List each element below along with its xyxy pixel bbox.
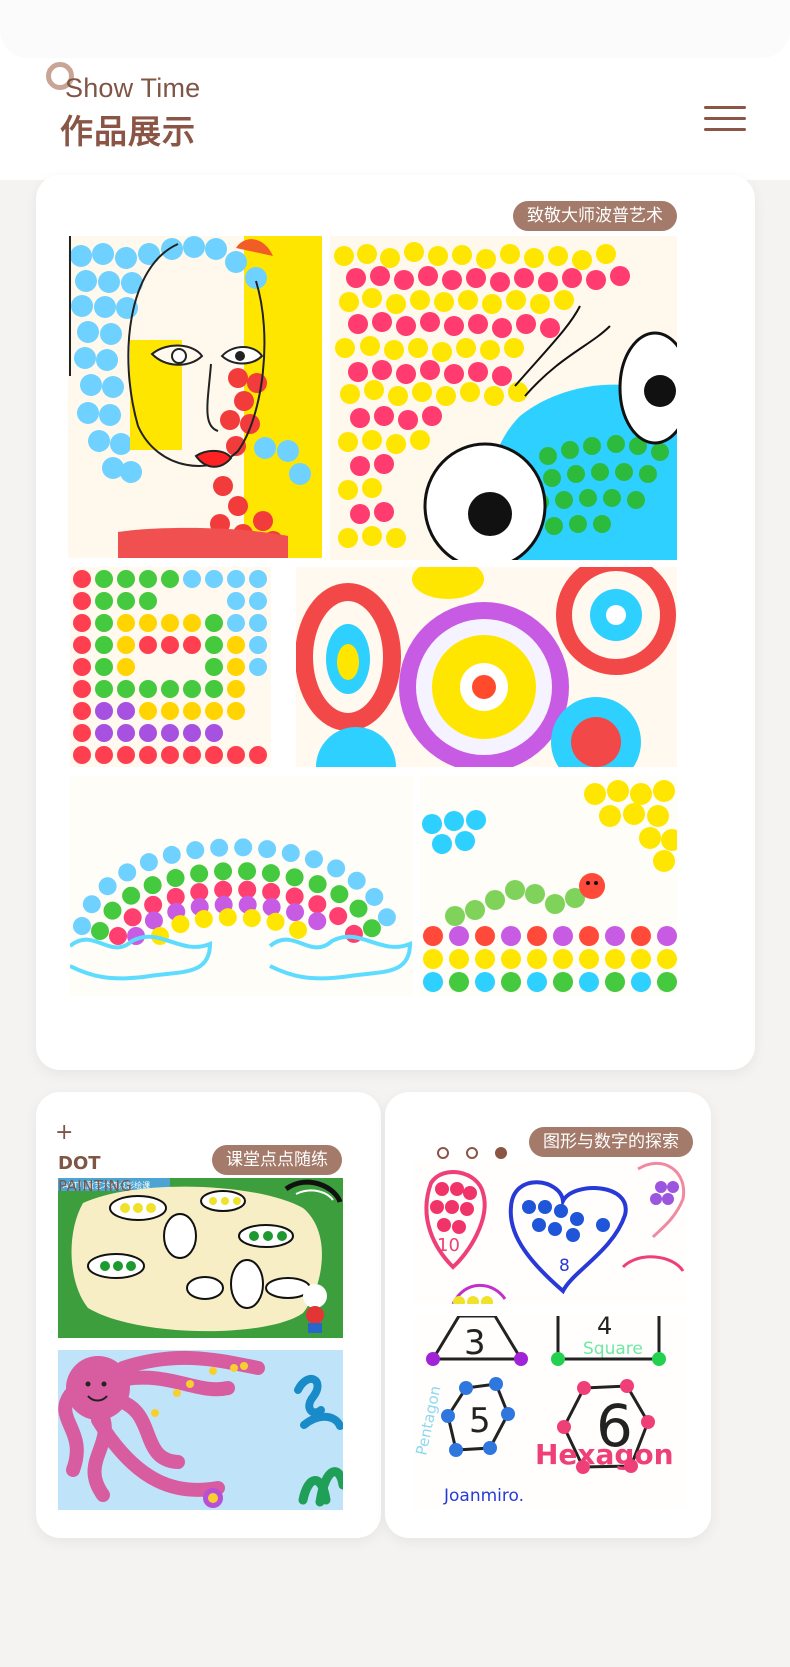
peapod-artwork: APT儿童艺术点点彩绘课: [58, 1178, 343, 1338]
dot-rainbow-artwork: [70, 776, 413, 996]
portrait-artwork: [68, 236, 322, 558]
shapes-numbers-card: 图形与数字的探索 10 8 3 4 Square 5 6 Pentagon He…: [385, 1092, 711, 1538]
hearts-artwork: 10 8: [413, 1159, 686, 1304]
octopus-artwork: [58, 1350, 343, 1510]
shape-number-3: 3: [464, 1323, 486, 1363]
pagination-dot-1[interactable]: [437, 1147, 449, 1159]
artwork-signature: Joanmiro.: [443, 1486, 524, 1506]
top-sheet: [0, 0, 790, 58]
shape-number-5: 5: [469, 1401, 491, 1441]
section-chinese-title: 作品展示: [60, 112, 196, 151]
main-artwork-tag: 致敬大师波普艺术: [513, 201, 677, 231]
shapes-numbers-tag: 图形与数字的探索: [529, 1127, 693, 1157]
header: Show Time 作品展示: [0, 0, 790, 180]
add-icon: +: [55, 1120, 74, 1145]
heart-number-8: 8: [559, 1256, 570, 1276]
dot-painting-subtitle: PAINTING: [58, 1177, 133, 1195]
concentric-circles-artwork: [296, 567, 677, 767]
caterpillar-artwork: [420, 776, 677, 996]
hexagon-label: Hexagon: [535, 1438, 674, 1471]
square-label: Square: [583, 1339, 643, 1359]
shapes-artwork: 3 4 Square 5 6 Pentagon Hexagon Joanmiro…: [413, 1316, 686, 1509]
pagination-dot-3[interactable]: [495, 1147, 507, 1159]
dot-spiral-artwork: [70, 567, 271, 767]
section-english-title: Show Time: [65, 73, 201, 103]
heart-number-10: 10: [437, 1235, 460, 1256]
main-artwork-card: 致敬大师波普艺术: [36, 175, 755, 1070]
page: Show Time 作品展示 致敬大师波普艺术 课堂点点随练 APT儿童艺术点点…: [0, 0, 790, 1667]
shape-number-4: 4: [597, 1316, 612, 1340]
carousel-pagination[interactable]: [437, 1147, 527, 1159]
pagination-dot-2[interactable]: [466, 1147, 478, 1159]
dot-painting-title: DOT: [58, 1153, 101, 1174]
dotted-creature-artwork: [330, 236, 677, 560]
dot-painting-tag: 课堂点点随练: [212, 1145, 342, 1175]
menu-icon[interactable]: [704, 106, 746, 132]
